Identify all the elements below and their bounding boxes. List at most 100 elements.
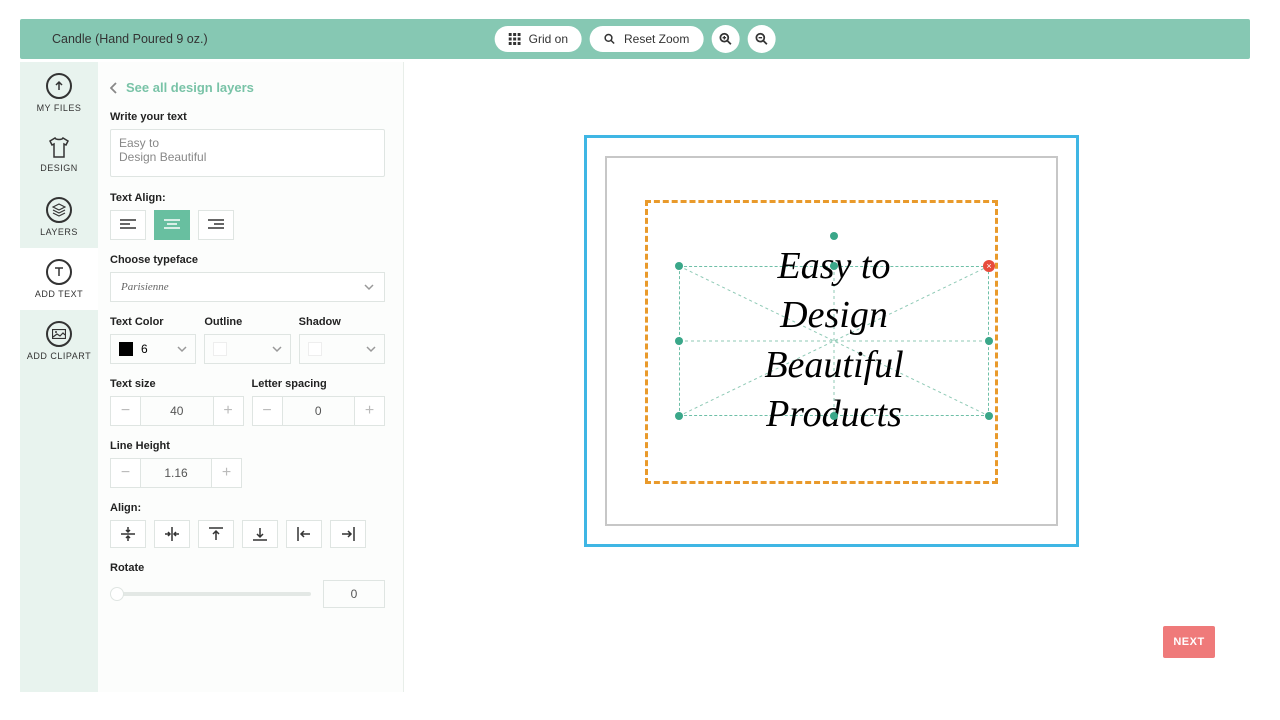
increment-button[interactable]: + bbox=[213, 397, 243, 425]
chevron-down-icon bbox=[366, 344, 376, 354]
text-size-stepper: − 40 + bbox=[110, 396, 244, 426]
text-align-label: Text Align: bbox=[110, 192, 385, 204]
resize-handle-sw[interactable] bbox=[675, 412, 683, 420]
align-center-button[interactable] bbox=[154, 210, 190, 240]
align-horizontal-center-icon bbox=[165, 527, 179, 541]
selection-box[interactable]: Easy to Design Beautiful Products × bbox=[679, 266, 989, 416]
decrement-button[interactable]: − bbox=[111, 397, 141, 425]
search-icon bbox=[604, 33, 616, 45]
align-label: Align: bbox=[110, 502, 385, 514]
chevron-down-icon bbox=[272, 344, 282, 354]
reset-zoom-label: Reset Zoom bbox=[624, 32, 689, 46]
rail-add-clipart[interactable]: ADD CLIPART bbox=[20, 310, 98, 372]
align-vertical-center-icon bbox=[121, 527, 135, 541]
rotate-slider[interactable] bbox=[110, 592, 311, 596]
rail-label: ADD CLIPART bbox=[27, 351, 91, 361]
line-height-value: 1.16 bbox=[141, 459, 211, 487]
design-text-layer[interactable]: Easy to Design Beautiful Products bbox=[757, 242, 912, 440]
line-height-label: Line Height bbox=[110, 440, 242, 452]
resize-handle-s[interactable] bbox=[830, 412, 838, 420]
letter-spacing-label: Letter spacing bbox=[252, 378, 386, 390]
letter-spacing-stepper: − 0 + bbox=[252, 396, 386, 426]
product-title: Candle (Hand Poured 9 oz.) bbox=[52, 32, 208, 46]
text-color-select[interactable]: 6 bbox=[110, 334, 196, 364]
grid-toggle-button[interactable]: Grid on bbox=[495, 26, 582, 52]
rail-label: ADD TEXT bbox=[35, 289, 83, 299]
rail-my-files[interactable]: MY FILES bbox=[20, 62, 98, 124]
next-button[interactable]: NEXT bbox=[1163, 626, 1215, 658]
resize-handle-e[interactable] bbox=[985, 337, 993, 345]
color-swatch bbox=[119, 342, 133, 356]
decrement-button[interactable]: − bbox=[111, 459, 141, 487]
shadow-label: Shadow bbox=[299, 316, 385, 328]
increment-button[interactable]: + bbox=[354, 397, 384, 425]
align-right-icon bbox=[208, 219, 224, 231]
rail-label: MY FILES bbox=[37, 103, 82, 113]
decrement-button[interactable]: − bbox=[253, 397, 283, 425]
write-text-label: Write your text bbox=[110, 111, 385, 123]
align-left-button[interactable] bbox=[110, 210, 146, 240]
back-label: See all design layers bbox=[126, 80, 254, 95]
reset-zoom-button[interactable]: Reset Zoom bbox=[590, 26, 703, 52]
canvas-viewport[interactable]: Easy to Design Beautiful Products × bbox=[584, 135, 1079, 547]
align-left-edge-icon bbox=[297, 527, 311, 541]
increment-button[interactable]: + bbox=[211, 459, 241, 487]
left-rail: MY FILES DESIGN LAYERS ADD TEXT ADD CLIP… bbox=[20, 62, 98, 692]
chevron-left-icon bbox=[110, 82, 118, 94]
zoom-in-icon bbox=[718, 32, 732, 46]
image-icon bbox=[46, 321, 72, 347]
chevron-down-icon bbox=[177, 344, 187, 354]
color-swatch bbox=[213, 342, 227, 356]
zoom-out-button[interactable] bbox=[747, 25, 775, 53]
rotate-value: 0 bbox=[323, 580, 385, 608]
align-left-edge-button[interactable] bbox=[286, 520, 322, 548]
resize-handle-w[interactable] bbox=[675, 337, 683, 345]
delete-handle[interactable]: × bbox=[983, 260, 995, 272]
color-value: 6 bbox=[141, 342, 148, 356]
shadow-select[interactable] bbox=[299, 334, 385, 364]
line-height-stepper: − 1.16 + bbox=[110, 458, 242, 488]
color-swatch bbox=[308, 342, 322, 356]
align-right-edge-button[interactable] bbox=[330, 520, 366, 548]
resize-handle-nw[interactable] bbox=[675, 262, 683, 270]
typeface-select[interactable]: Parisienne bbox=[110, 272, 385, 302]
align-bottom-icon bbox=[253, 527, 267, 541]
grid-toggle-label: Grid on bbox=[529, 32, 568, 46]
align-vertical-center-button[interactable] bbox=[110, 520, 146, 548]
rail-label: DESIGN bbox=[40, 163, 78, 173]
rotate-label: Rotate bbox=[110, 562, 385, 574]
upload-icon bbox=[46, 73, 72, 99]
rotate-handle[interactable] bbox=[830, 232, 838, 240]
rail-label: LAYERS bbox=[40, 227, 78, 237]
text-size-value: 40 bbox=[141, 397, 213, 425]
letter-spacing-value: 0 bbox=[283, 397, 355, 425]
canvas-area: Easy to Design Beautiful Products × bbox=[404, 62, 1250, 692]
align-right-button[interactable] bbox=[198, 210, 234, 240]
align-horizontal-center-button[interactable] bbox=[154, 520, 190, 548]
resize-handle-se[interactable] bbox=[985, 412, 993, 420]
zoom-in-button[interactable] bbox=[711, 25, 739, 53]
align-top-button[interactable] bbox=[198, 520, 234, 548]
text-size-label: Text size bbox=[110, 378, 244, 390]
align-left-icon bbox=[120, 219, 136, 231]
align-bottom-button[interactable] bbox=[242, 520, 278, 548]
slider-thumb[interactable] bbox=[110, 587, 124, 601]
text-icon bbox=[46, 259, 72, 285]
align-center-icon bbox=[164, 219, 180, 231]
text-input[interactable] bbox=[110, 129, 385, 177]
grid-icon bbox=[509, 33, 521, 45]
resize-handle-n[interactable] bbox=[830, 262, 838, 270]
typeface-label: Choose typeface bbox=[110, 254, 385, 266]
typeface-value: Parisienne bbox=[121, 281, 169, 293]
chevron-down-icon bbox=[364, 282, 374, 292]
topbar: Candle (Hand Poured 9 oz.) Grid on Reset… bbox=[20, 19, 1250, 59]
zoom-out-icon bbox=[754, 32, 768, 46]
layers-icon bbox=[46, 197, 72, 223]
align-right-edge-icon bbox=[341, 527, 355, 541]
outline-label: Outline bbox=[204, 316, 290, 328]
back-to-layers-link[interactable]: See all design layers bbox=[110, 80, 254, 95]
rail-layers[interactable]: LAYERS bbox=[20, 186, 98, 248]
outline-select[interactable] bbox=[204, 334, 290, 364]
rail-design[interactable]: DESIGN bbox=[20, 124, 98, 186]
rail-add-text[interactable]: ADD TEXT bbox=[20, 248, 98, 310]
